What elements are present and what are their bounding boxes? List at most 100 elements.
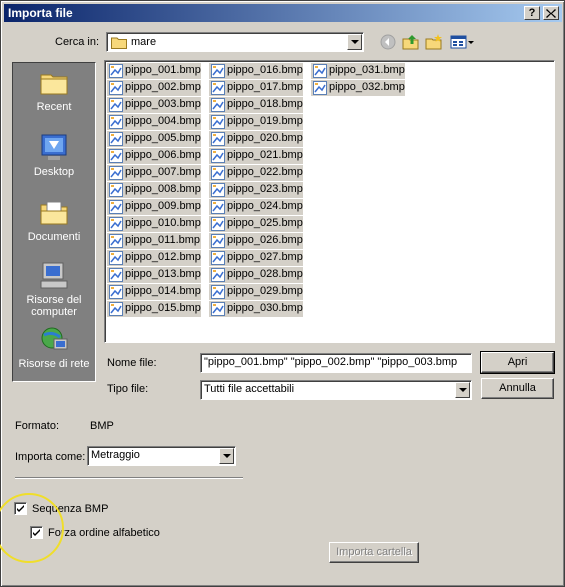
- file-item[interactable]: pippo_008.bmp: [107, 182, 201, 198]
- file-name: pippo_031.bmp: [329, 64, 405, 76]
- file-item[interactable]: pippo_003.bmp: [107, 97, 201, 113]
- file-name: pippo_030.bmp: [227, 302, 303, 314]
- file-name: pippo_004.bmp: [125, 115, 201, 127]
- help-button[interactable]: ?: [524, 6, 540, 20]
- up-folder-button[interactable]: [402, 33, 422, 51]
- file-item[interactable]: pippo_016.bmp: [209, 63, 303, 79]
- window-title: Importa file: [8, 6, 73, 20]
- new-folder-button[interactable]: [425, 33, 445, 51]
- file-name: pippo_008.bmp: [125, 183, 201, 195]
- import-as-combo[interactable]: Metraggio: [87, 446, 236, 466]
- file-name: pippo_006.bmp: [125, 149, 201, 161]
- file-item[interactable]: pippo_020.bmp: [209, 131, 303, 147]
- place-recent[interactable]: Recent: [13, 68, 95, 113]
- file-item[interactable]: pippo_032.bmp: [311, 80, 405, 96]
- open-button[interactable]: Apri: [480, 351, 555, 374]
- bitmap-file-icon: [109, 183, 123, 197]
- file-name: pippo_028.bmp: [227, 268, 303, 280]
- back-icon: [380, 34, 396, 50]
- file-name: pippo_017.bmp: [227, 81, 303, 93]
- bitmap-file-icon: [211, 149, 225, 163]
- import-as-dropdown-button[interactable]: [219, 448, 234, 464]
- file-item[interactable]: pippo_004.bmp: [107, 114, 201, 130]
- file-item[interactable]: pippo_023.bmp: [209, 182, 303, 198]
- back-button[interactable]: [379, 33, 399, 51]
- bitmap-file-icon: [109, 81, 123, 95]
- place-desktop-label: Desktop: [33, 166, 75, 178]
- file-item[interactable]: pippo_031.bmp: [311, 63, 405, 79]
- look-in-combo[interactable]: mare: [106, 32, 364, 52]
- title-bar: Importa file ?: [4, 4, 562, 22]
- my-computer-icon: [40, 262, 68, 289]
- file-item[interactable]: pippo_006.bmp: [107, 148, 201, 164]
- file-item[interactable]: pippo_030.bmp: [209, 301, 303, 317]
- format-label: Formato:: [15, 420, 60, 432]
- import-folder-button[interactable]: Importa cartella: [329, 542, 419, 563]
- file-name: pippo_023.bmp: [227, 183, 303, 195]
- look-in-dropdown-button[interactable]: [347, 34, 362, 50]
- filetype-combo[interactable]: Tutti file accettabili: [200, 380, 472, 400]
- file-name: pippo_032.bmp: [329, 81, 405, 93]
- file-item[interactable]: pippo_014.bmp: [107, 284, 201, 300]
- file-item[interactable]: pippo_011.bmp: [107, 233, 201, 249]
- file-item[interactable]: pippo_025.bmp: [209, 216, 303, 232]
- file-item[interactable]: pippo_018.bmp: [209, 97, 303, 113]
- bitmap-file-icon: [211, 285, 225, 299]
- bitmap-file-icon: [211, 115, 225, 129]
- file-item[interactable]: pippo_022.bmp: [209, 165, 303, 181]
- force-alpha-label[interactable]: Forza ordine alfabetico: [48, 527, 160, 539]
- file-item[interactable]: pippo_013.bmp: [107, 267, 201, 283]
- file-item[interactable]: pippo_005.bmp: [107, 131, 201, 147]
- close-button[interactable]: [543, 6, 559, 20]
- file-item[interactable]: pippo_024.bmp: [209, 199, 303, 215]
- file-item[interactable]: pippo_028.bmp: [209, 267, 303, 283]
- file-name: pippo_009.bmp: [125, 200, 201, 212]
- place-documents[interactable]: Documenti: [13, 198, 95, 243]
- file-item[interactable]: pippo_007.bmp: [107, 165, 201, 181]
- view-menu-button[interactable]: [449, 33, 475, 51]
- place-desktop[interactable]: Desktop: [13, 133, 95, 178]
- bitmap-file-icon: [211, 81, 225, 95]
- file-item[interactable]: pippo_015.bmp: [107, 301, 201, 317]
- filetype-dropdown-button[interactable]: [455, 382, 470, 398]
- bitmap-file-icon: [313, 64, 327, 78]
- file-item[interactable]: pippo_019.bmp: [209, 114, 303, 130]
- bitmap-file-icon: [109, 132, 123, 146]
- view-menu-icon: [450, 35, 474, 49]
- file-name: pippo_019.bmp: [227, 115, 303, 127]
- bitmap-file-icon: [211, 166, 225, 180]
- bitmap-file-icon: [313, 81, 327, 95]
- file-name: pippo_012.bmp: [125, 251, 201, 263]
- file-item[interactable]: pippo_026.bmp: [209, 233, 303, 249]
- file-name: pippo_013.bmp: [125, 268, 201, 280]
- recent-folder-icon: [40, 74, 68, 95]
- file-name: pippo_026.bmp: [227, 234, 303, 246]
- import-as-label: Importa come:: [15, 451, 86, 463]
- file-item[interactable]: pippo_002.bmp: [107, 80, 201, 96]
- file-item[interactable]: pippo_010.bmp: [107, 216, 201, 232]
- bitmap-file-icon: [109, 115, 123, 129]
- file-item[interactable]: pippo_001.bmp: [107, 63, 201, 79]
- bitmap-file-icon: [211, 132, 225, 146]
- place-network[interactable]: Risorse di rete: [13, 325, 95, 370]
- filename-input[interactable]: "pippo_001.bmp" "pippo_002.bmp" "pippo_0…: [200, 353, 472, 373]
- place-network-label: Risorse di rete: [18, 358, 90, 370]
- file-item[interactable]: pippo_009.bmp: [107, 199, 201, 215]
- file-name: pippo_029.bmp: [227, 285, 303, 297]
- file-item[interactable]: pippo_021.bmp: [209, 148, 303, 164]
- place-my-computer[interactable]: Risorse del computer: [13, 261, 95, 318]
- folder-icon: [111, 37, 127, 49]
- highlight-circle: [0, 493, 64, 563]
- place-recent-label: Recent: [36, 101, 72, 113]
- file-item[interactable]: pippo_012.bmp: [107, 250, 201, 266]
- filename-value: "pippo_001.bmp" "pippo_002.bmp" "pippo_0…: [204, 356, 458, 368]
- bitmap-file-icon: [211, 302, 225, 316]
- file-item[interactable]: pippo_027.bmp: [209, 250, 303, 266]
- file-item[interactable]: pippo_017.bmp: [209, 80, 303, 96]
- look-in-label: Cerca in:: [55, 36, 100, 48]
- file-name: pippo_002.bmp: [125, 81, 201, 93]
- file-item[interactable]: pippo_029.bmp: [209, 284, 303, 300]
- cancel-button[interactable]: Annulla: [481, 378, 554, 399]
- file-name: pippo_027.bmp: [227, 251, 303, 263]
- file-list[interactable]: pippo_001.bmp pippo_002.bmp pippo_003.bmp p…: [104, 60, 555, 343]
